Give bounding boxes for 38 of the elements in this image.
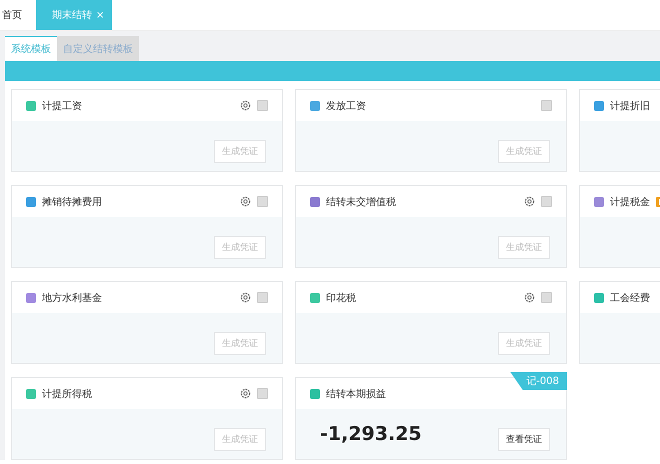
amount: -1,293.25 (320, 422, 422, 445)
card-title: 计提所得税 (42, 388, 92, 400)
card-title: 计提折旧 (610, 100, 650, 112)
checkbox[interactable] (257, 196, 268, 207)
checkbox[interactable] (257, 292, 268, 303)
checkbox[interactable] (541, 196, 552, 207)
card-title: 发放工资 (326, 100, 366, 112)
card-title: 工会经费 (610, 292, 650, 304)
card-title: 结转本期损益 (326, 388, 386, 400)
card-title: 摊销待摊费用 (42, 196, 102, 208)
card-title: 计提工资 (42, 100, 82, 112)
generate-button[interactable]: 生成凭证 (498, 140, 550, 163)
page-tab[interactable]: 期末结转 × (36, 0, 112, 30)
card-title: 计提税金 (610, 196, 650, 208)
checkbox[interactable] (257, 388, 268, 399)
close-icon[interactable]: × (96, 10, 104, 20)
card-title: 结转未交增值税 (326, 196, 396, 208)
settings-icon[interactable] (240, 196, 251, 207)
settings-icon[interactable] (240, 292, 251, 303)
generate-button[interactable]: 生成凭证 (214, 236, 266, 259)
settings-icon[interactable] (240, 388, 251, 399)
settings-icon[interactable] (524, 292, 535, 303)
card-title: 印花税 (326, 292, 356, 304)
voucher-tag: 记-008 (510, 372, 567, 390)
generate-button[interactable]: 生成凭证 (498, 332, 550, 355)
generate-button[interactable]: 生成凭证 (214, 428, 266, 451)
checkbox[interactable] (541, 100, 552, 111)
card-title: 地方水利基金 (42, 292, 102, 304)
checkbox[interactable] (541, 292, 552, 303)
generate-button[interactable]: 生成凭证 (498, 236, 550, 259)
generate-button[interactable]: 生成凭证 (214, 140, 266, 163)
settings-icon[interactable] (240, 100, 251, 111)
template-tab[interactable]: 自定义结转模板 (57, 36, 139, 61)
settings-icon[interactable] (524, 196, 535, 207)
template-tab[interactable]: 系统模板 (5, 36, 57, 61)
checkbox[interactable] (257, 100, 268, 111)
view-button[interactable]: 查看凭证 (498, 428, 550, 451)
generate-button[interactable]: 生成凭证 (214, 332, 266, 355)
